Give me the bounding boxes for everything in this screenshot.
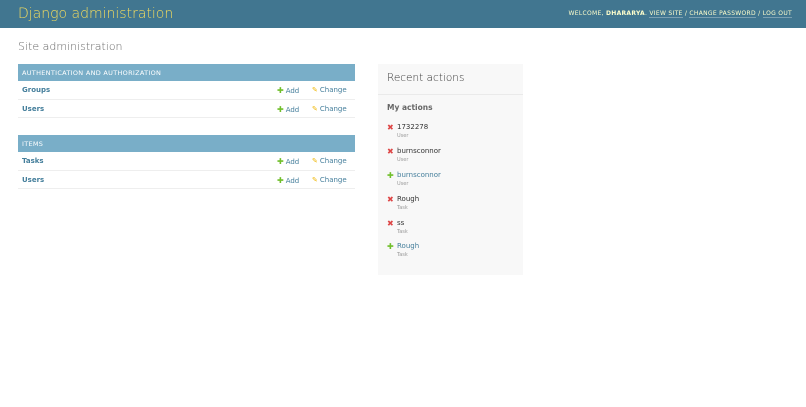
pencil-icon: ✎ (312, 157, 318, 165)
header-bar: Django administration WELCOME, DHARARYA.… (0, 0, 806, 28)
plus-icon: ✚ (277, 157, 284, 166)
action-type: Task (397, 229, 408, 235)
separator: / (755, 10, 763, 17)
action-object-link[interactable]: burnsconnor (397, 171, 441, 179)
action-type: User (397, 157, 409, 163)
delete-icon: ✖ (387, 195, 394, 204)
change-label: Change (319, 104, 347, 113)
action-object: Rough (397, 195, 420, 203)
username: DHARARYA (605, 10, 645, 17)
change-users-button[interactable]: ✎ Change (312, 105, 347, 113)
delete-icon: ✖ (387, 147, 394, 156)
action-type: Task (397, 252, 408, 258)
model-link-users[interactable]: Users (22, 176, 44, 184)
action-type: User (397, 133, 409, 139)
user-tools: WELCOME, DHARARYA. VIEW SITE / CHANGE PA… (568, 10, 792, 18)
divider (378, 94, 523, 95)
action-type: User (397, 181, 409, 187)
add-icon: ✚ (387, 242, 394, 251)
change-label: Change (319, 157, 347, 165)
module-items: ITEMS Tasks ✚ Add ✎ Change Users ✚ Add ✎ Cha… (18, 135, 355, 189)
module-caption[interactable]: AUTHENTICATION AND AUTHORIZATION (18, 64, 355, 81)
view-site-link[interactable]: VIEW SITE (649, 10, 683, 18)
module-auth: AUTHENTICATION AND AUTHORIZATION Groups … (18, 64, 355, 118)
change-label: Change (319, 175, 347, 184)
plus-icon: ✚ (277, 175, 284, 185)
model-row-tasks: Tasks ✚ Add ✎ Change (18, 152, 355, 171)
model-row-users: Users ✚ Add ✎ Change (18, 171, 355, 189)
plus-icon: ✚ (277, 104, 284, 114)
add-label: Add (285, 87, 300, 95)
model-row-groups: Groups ✚ Add ✎ Change (18, 81, 355, 100)
model-link-groups[interactable]: Groups (22, 86, 50, 94)
add-label: Add (285, 158, 300, 166)
change-groups-button[interactable]: ✎ Change (312, 86, 347, 94)
action-object: 1732278 (397, 123, 429, 131)
add-label: Add (285, 176, 300, 185)
change-tasks-button[interactable]: ✎ Change (312, 157, 347, 165)
page-title: Site administration (18, 40, 123, 53)
action-object-link[interactable]: Rough (397, 242, 419, 250)
module-caption[interactable]: ITEMS (18, 135, 355, 152)
log-out-link[interactable]: LOG OUT (762, 10, 792, 18)
pencil-icon: ✎ (312, 104, 318, 113)
add-tasks-button[interactable]: ✚ Add (277, 157, 299, 166)
delete-icon: ✖ (387, 219, 394, 228)
recent-actions-panel: Recent actions My actions ✖ 1732278 User… (378, 64, 523, 275)
change-label: Change (319, 86, 347, 94)
pencil-icon: ✎ (312, 175, 318, 184)
my-actions-heading: My actions (387, 103, 433, 112)
add-users-button[interactable]: ✚ Add (277, 105, 299, 114)
pencil-icon: ✎ (312, 86, 318, 94)
delete-icon: ✖ (387, 123, 394, 132)
change-users-button[interactable]: ✎ Change (312, 176, 347, 184)
model-link-tasks[interactable]: Tasks (22, 157, 44, 165)
add-groups-button[interactable]: ✚ Add (277, 86, 299, 95)
welcome-text: WELCOME, (568, 10, 606, 17)
add-users-button[interactable]: ✚ Add (277, 176, 299, 185)
plus-icon: ✚ (277, 86, 284, 95)
site-branding[interactable]: Django administration (18, 5, 173, 23)
add-icon: ✚ (387, 171, 394, 180)
action-object: ss (397, 219, 405, 227)
recent-actions-title: Recent actions (387, 72, 465, 84)
action-type: Task (397, 205, 408, 211)
model-link-users[interactable]: Users (22, 105, 44, 113)
model-row-users: Users ✚ Add ✎ Change (18, 100, 355, 118)
add-label: Add (285, 105, 300, 114)
change-password-link[interactable]: CHANGE PASSWORD (689, 10, 756, 18)
action-object: burnsconnor (397, 147, 441, 155)
